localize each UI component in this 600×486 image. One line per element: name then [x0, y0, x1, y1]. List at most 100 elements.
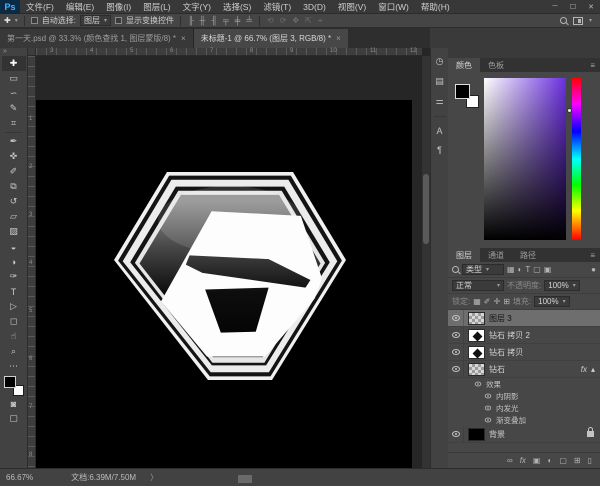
delete-layer-icon[interactable]: ▯ — [588, 456, 592, 465]
layer-fx-badge[interactable]: fx ▴ — [581, 365, 600, 374]
adjustment-layer-icon[interactable]: ◐ — [547, 456, 552, 465]
tab-swatches[interactable]: 色板 — [480, 58, 512, 72]
ruler-origin[interactable] — [28, 48, 36, 56]
effects-header-row[interactable]: 效果 — [448, 378, 600, 390]
opacity-dropdown[interactable]: 100% ▾ — [544, 280, 579, 291]
paragraph-panel-icon[interactable]: ¶ — [437, 145, 442, 155]
filter-shape-icon[interactable]: ▢ — [533, 265, 541, 274]
document-tab-1[interactable]: 第一天.psd @ 33.3% (颜色查找 1, 图层蒙版/8) * × — [0, 29, 194, 48]
align-bottom-icon[interactable]: ╧ — [245, 16, 253, 25]
lock-all-icon[interactable]: ⊞ — [503, 297, 510, 306]
align-right-icon[interactable]: ╢ — [210, 16, 218, 25]
adjustments-panel-icon[interactable]: ⚌ — [435, 96, 443, 107]
close-button[interactable]: ✕ — [582, 0, 600, 14]
lock-position-icon[interactable]: ✛ — [494, 297, 501, 306]
search-icon[interactable] — [560, 17, 567, 24]
filter-adjustment-icon[interactable]: ◐ — [518, 265, 523, 274]
align-top-icon[interactable]: ╤ — [222, 16, 230, 25]
tab-channels[interactable]: 通道 — [480, 248, 512, 262]
close-icon[interactable]: × — [336, 34, 341, 43]
menu-type[interactable]: 文字(Y) — [177, 1, 217, 13]
eye-icon[interactable] — [485, 394, 491, 399]
menu-filter[interactable]: 滤镜(T) — [257, 1, 297, 13]
effect-row-inner-glow[interactable]: 内发光 — [448, 402, 600, 414]
align-center-icon[interactable]: ╫ — [199, 16, 207, 25]
lock-pixels-icon[interactable]: ✐ — [484, 297, 491, 306]
healing-brush-tool[interactable]: ✜ — [2, 149, 26, 164]
gradient-tool[interactable]: ▨ — [2, 224, 26, 239]
tab-paths[interactable]: 路径 — [512, 248, 544, 262]
visibility-toggle[interactable] — [448, 310, 464, 326]
layer-style-icon[interactable]: fx — [520, 456, 526, 465]
layer-thumbnail[interactable] — [468, 346, 485, 359]
auto-select-dropdown[interactable]: 图层 ▾ — [80, 15, 111, 26]
visibility-toggle[interactable] — [448, 426, 464, 442]
visibility-toggle[interactable] — [448, 344, 464, 360]
visibility-toggle[interactable] — [448, 361, 464, 377]
tab-layers[interactable]: 图层 — [448, 248, 480, 262]
fill-dropdown[interactable]: 100% ▾ — [534, 296, 569, 307]
menu-window[interactable]: 窗口(W) — [372, 1, 415, 13]
status-chevron-icon[interactable]: 〉 — [150, 472, 158, 483]
foreground-color-swatch[interactable] — [4, 376, 16, 388]
menu-select[interactable]: 选择(S) — [217, 1, 257, 13]
marquee-tool[interactable]: ▭ — [2, 71, 26, 86]
move-tool[interactable]: ✚ — [2, 56, 26, 71]
styles-panel-icon[interactable]: ▤ — [435, 76, 444, 87]
hand-tool[interactable]: ☝ — [2, 329, 26, 344]
auto-select-checkbox[interactable] — [31, 17, 38, 24]
menu-view[interactable]: 视图(V) — [332, 1, 372, 13]
document-canvas[interactable] — [36, 100, 412, 468]
menu-image[interactable]: 图像(I) — [100, 1, 137, 13]
scrollbar-thumb[interactable] — [423, 174, 429, 244]
clone-stamp-tool[interactable]: ⧉ — [2, 179, 26, 194]
quick-mask-button[interactable]: ◙ — [2, 396, 26, 411]
zoom-level[interactable]: 66.67% — [6, 473, 33, 482]
menu-file[interactable]: 文件(F) — [20, 1, 60, 13]
eye-icon[interactable] — [485, 418, 491, 423]
document-tab-2[interactable]: 未标题-1 @ 66.7% (图层 3, RGB/8) * × — [194, 29, 348, 48]
hue-slider[interactable] — [572, 78, 581, 240]
scrollbar-piece[interactable] — [238, 475, 252, 483]
new-group-icon[interactable]: ▢ — [559, 456, 567, 465]
menu-edit[interactable]: 编辑(E) — [60, 1, 100, 13]
menu-3d[interactable]: 3D(D) — [297, 2, 332, 12]
layer-thumbnail[interactable] — [468, 428, 485, 441]
lasso-tool[interactable]: ∽ — [2, 86, 26, 101]
visibility-toggle[interactable] — [448, 327, 464, 343]
layer-thumbnail[interactable] — [468, 312, 485, 325]
layer-row-background[interactable]: 背景 — [448, 426, 600, 443]
new-layer-icon[interactable]: ⊞ — [574, 456, 581, 465]
layer-row-diamond-copy2[interactable]: 钻石 拷贝 2 — [448, 327, 600, 344]
align-left-icon[interactable]: ╟ — [187, 16, 195, 25]
lock-transparent-icon[interactable]: ▦ — [473, 297, 481, 306]
menu-help[interactable]: 帮助(H) — [415, 1, 456, 13]
layer-row-diamond[interactable]: 钻石 fx ▴ — [448, 361, 600, 378]
filter-type-icon[interactable]: T — [525, 265, 530, 274]
foreground-color-swatch[interactable] — [455, 84, 470, 99]
type-tool[interactable]: T — [2, 284, 26, 299]
menu-layer[interactable]: 图层(L) — [137, 1, 176, 13]
character-panel-icon[interactable]: A — [436, 126, 442, 136]
collapse-tools-icon[interactable]: » — [0, 48, 7, 56]
filter-toggle-icon[interactable]: ● — [591, 265, 596, 274]
effect-row-gradient-overlay[interactable]: 渐变叠加 — [448, 414, 600, 426]
layer-row-diamond-copy[interactable]: 钻石 拷贝 — [448, 344, 600, 361]
eraser-tool[interactable]: ▱ — [2, 209, 26, 224]
pen-tool[interactable]: ✑ — [2, 269, 26, 284]
eyedropper-tool[interactable]: ✒ — [2, 134, 26, 149]
filter-smart-icon[interactable]: ▣ — [544, 265, 552, 274]
minimize-button[interactable]: ─ — [546, 0, 564, 14]
edit-toolbar-icon[interactable]: ⋯ — [2, 359, 26, 374]
effect-row-inner-shadow[interactable]: 内阴影 — [448, 390, 600, 402]
align-middle-icon[interactable]: ╪ — [234, 16, 242, 25]
layer-thumbnail[interactable] — [468, 363, 485, 376]
quick-select-tool[interactable]: ✎ — [2, 101, 26, 116]
history-brush-tool[interactable]: ↺ — [2, 194, 26, 209]
link-layers-icon[interactable]: ∞ — [507, 456, 513, 465]
panel-menu-icon[interactable]: ≡ — [590, 251, 600, 260]
layer-row-layer3[interactable]: 图层 3 — [448, 310, 600, 327]
blend-mode-dropdown[interactable]: 正常 ▾ — [452, 280, 504, 291]
screen-mode-button[interactable]: ▢ — [2, 411, 26, 426]
add-mask-icon[interactable]: ▣ — [533, 456, 541, 465]
